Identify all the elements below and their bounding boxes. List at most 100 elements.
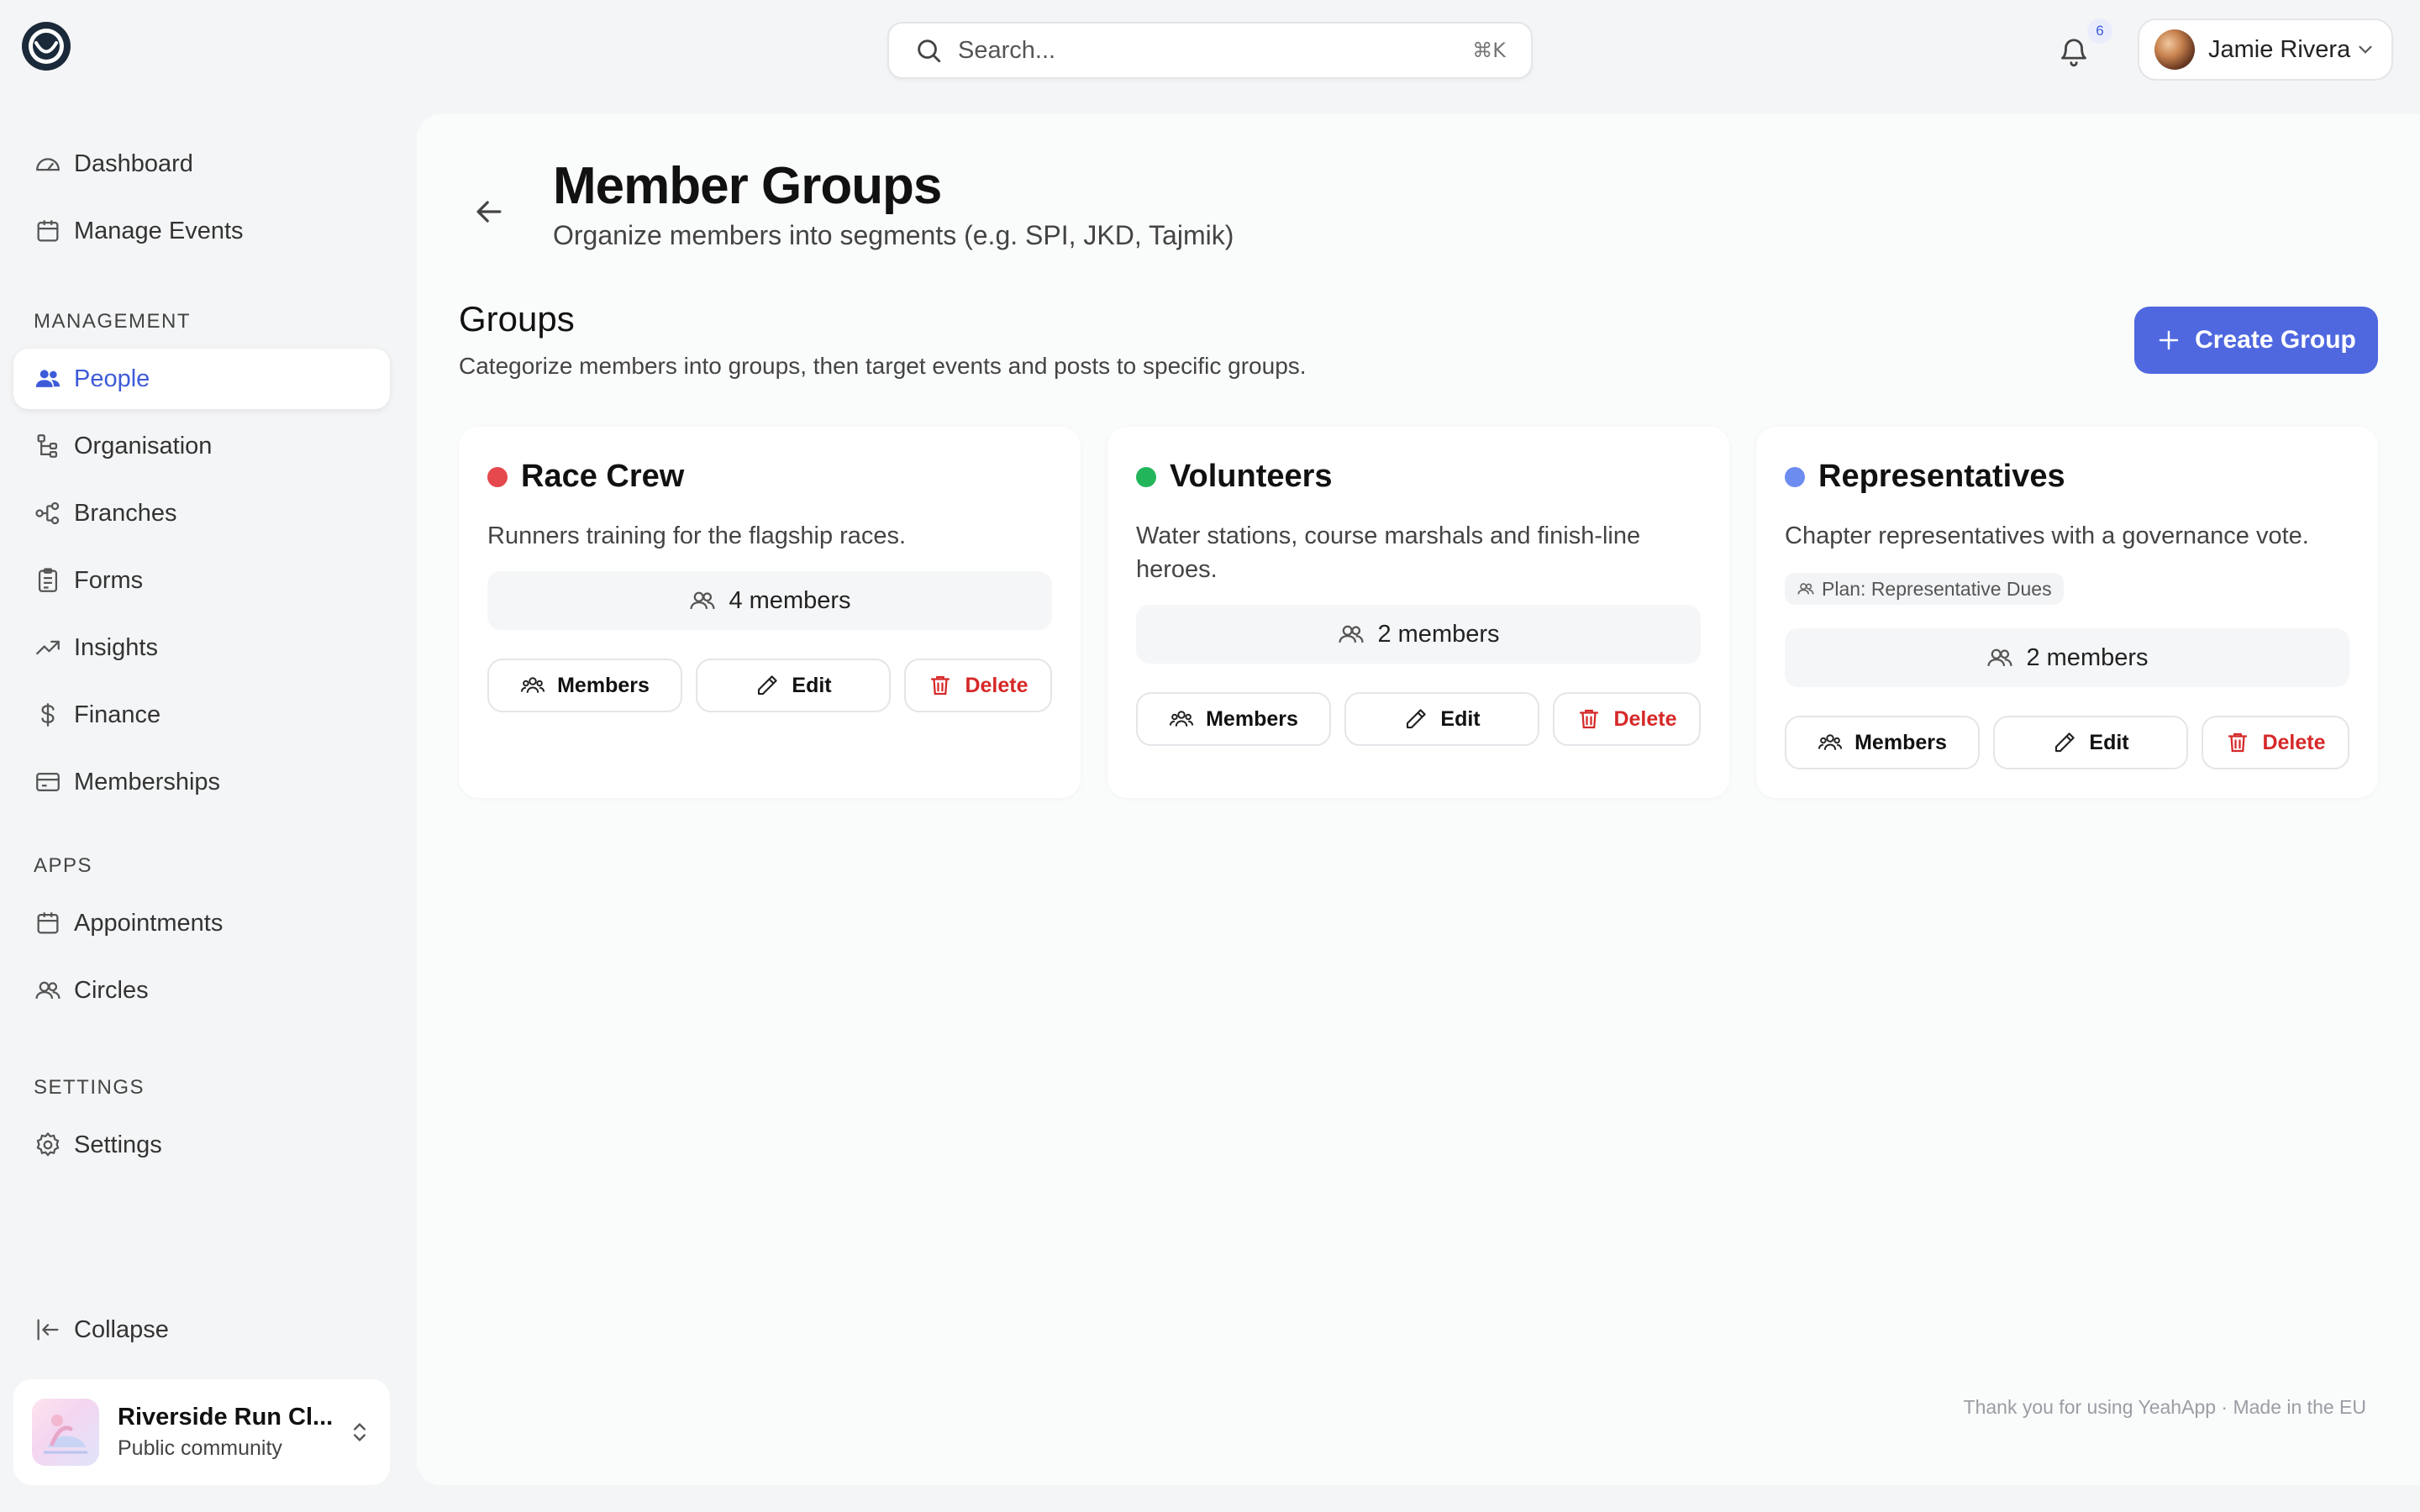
- sidebar-item-memberships[interactable]: Memberships: [13, 752, 390, 812]
- branches-icon: [34, 499, 62, 528]
- delete-button[interactable]: Delete: [904, 659, 1052, 712]
- sidebar-item-label: Forms: [74, 566, 144, 594]
- notifications-button[interactable]: [2054, 32, 2094, 72]
- sidebar-item-dashboard[interactable]: Dashboard: [13, 134, 390, 194]
- member-count-label: 4 members: [729, 586, 851, 614]
- sidebar-item-label: People: [74, 365, 150, 392]
- create-group-label: Create Group: [2195, 326, 2356, 354]
- org-tree-icon: [34, 432, 62, 460]
- edit-button-label: Edit: [792, 673, 832, 697]
- group-description: Chapter representatives with a governanc…: [1785, 522, 2309, 549]
- delete-button-label: Delete: [2262, 730, 2326, 754]
- sidebar-item-manage-events[interactable]: Manage Events: [13, 201, 390, 261]
- sidebar-item-finance[interactable]: Finance: [13, 685, 390, 745]
- members-button-label: Members: [1206, 706, 1298, 731]
- group-name: Volunteers: [1170, 459, 1333, 494]
- sidebar-item-label: Appointments: [74, 909, 224, 937]
- member-count: 4 members: [487, 571, 1052, 630]
- group-color-dot: [487, 467, 508, 487]
- clipboard-icon: [34, 566, 62, 595]
- search-shortcut: ⌘K: [1472, 39, 1506, 62]
- trash-icon: [2225, 730, 2250, 755]
- trending-up-icon: [34, 633, 62, 662]
- sidebar-item-insights[interactable]: Insights: [13, 617, 390, 678]
- group-card-volunteers: Volunteers Water stations, course marsha…: [1107, 427, 1729, 798]
- members-button[interactable]: Members: [1785, 716, 1980, 769]
- pencil-icon: [1403, 706, 1428, 732]
- plan-badge: Plan: Representative Dues: [1785, 573, 2064, 605]
- member-count: 2 members: [1785, 628, 2349, 687]
- main-content: Member Groups Organize members into segm…: [417, 114, 2420, 1485]
- pencil-icon: [755, 673, 780, 698]
- search-icon: [914, 36, 943, 65]
- users-icon: [1797, 580, 1815, 598]
- trash-icon: [1576, 706, 1602, 732]
- search-input[interactable]: [958, 36, 1473, 65]
- org-name: Riverside Run Cl...: [118, 1404, 334, 1431]
- edit-button[interactable]: Edit: [696, 659, 891, 712]
- sidebar-item-label: Insights: [74, 633, 158, 661]
- members-button[interactable]: Members: [487, 659, 682, 712]
- section-description: Categorize members into groups, then tar…: [459, 353, 1307, 379]
- search-bar[interactable]: ⌘K: [887, 22, 1533, 79]
- edit-button[interactable]: Edit: [1993, 716, 2188, 769]
- avatar: [2154, 29, 2195, 70]
- create-group-button[interactable]: Create Group: [2134, 307, 2378, 374]
- members-button-label: Members: [1854, 730, 1947, 754]
- sidebar-item-appointments[interactable]: Appointments: [13, 893, 390, 953]
- dollar-icon: [34, 701, 62, 729]
- members-icon: [1169, 706, 1194, 732]
- section-title: Groups: [459, 299, 575, 339]
- group-card-race-crew: Race Crew Runners training for the flags…: [459, 427, 1081, 798]
- sidebar-item-branches[interactable]: Branches: [13, 483, 390, 543]
- back-button[interactable]: [471, 193, 508, 230]
- delete-button-label: Delete: [965, 673, 1028, 697]
- sidebar-item-label: Finance: [74, 701, 161, 728]
- sidebar-item-label: Dashboard: [74, 150, 193, 177]
- sidebar-item-label: Branches: [74, 499, 177, 527]
- chevron-down-icon: [2354, 39, 2376, 60]
- group-name: Representatives: [1818, 459, 2065, 494]
- sidebar-item-settings[interactable]: Settings: [13, 1115, 390, 1175]
- member-count: 2 members: [1136, 605, 1701, 664]
- sidebar-item-organisation[interactable]: Organisation: [13, 416, 390, 476]
- members-icon: [520, 673, 545, 698]
- section-management: MANAGEMENT: [34, 310, 192, 333]
- sidebar-item-label: Organisation: [74, 432, 213, 459]
- people-icon: [34, 365, 62, 393]
- edit-button[interactable]: Edit: [1344, 692, 1539, 746]
- members-button-label: Members: [557, 673, 650, 697]
- users-icon: [1986, 643, 2014, 672]
- sidebar-item-people[interactable]: People: [13, 349, 390, 409]
- group-color-dot: [1136, 467, 1156, 487]
- org-logo: [32, 1399, 99, 1466]
- group-color-dot: [1785, 467, 1805, 487]
- edit-button-label: Edit: [2089, 730, 2129, 754]
- sidebar-item-label: Circles: [74, 976, 149, 1004]
- sidebar-item-circles[interactable]: Circles: [13, 960, 390, 1021]
- gauge-icon: [34, 150, 62, 178]
- user-menu[interactable]: Jamie Rivera: [2138, 18, 2393, 81]
- members-icon: [1818, 730, 1843, 755]
- section-apps: APPS: [34, 854, 93, 877]
- users-icon: [688, 586, 717, 615]
- user-name: Jamie Rivera: [2208, 35, 2351, 63]
- members-button[interactable]: Members: [1136, 692, 1331, 746]
- users-icon: [34, 976, 62, 1005]
- organization-switcher[interactable]: Riverside Run Cl... Public community: [13, 1379, 390, 1485]
- trash-icon: [928, 673, 953, 698]
- sidebar-item-forms[interactable]: Forms: [13, 550, 390, 611]
- collapse-label: Collapse: [74, 1315, 169, 1343]
- delete-button[interactable]: Delete: [1553, 692, 1701, 746]
- calendar-icon: [34, 909, 62, 937]
- collapse-button[interactable]: Collapse: [13, 1299, 390, 1360]
- delete-button[interactable]: Delete: [2202, 716, 2349, 769]
- notification-badge: 6: [2087, 18, 2112, 44]
- app-logo[interactable]: [20, 20, 72, 72]
- sidebar-item-label: Manage Events: [74, 217, 244, 244]
- users-icon: [1337, 620, 1365, 648]
- member-count-label: 2 members: [2026, 643, 2149, 671]
- group-name: Race Crew: [521, 459, 685, 494]
- plan-label: Plan: Representative Dues: [1822, 577, 2052, 600]
- pencil-icon: [2052, 730, 2077, 755]
